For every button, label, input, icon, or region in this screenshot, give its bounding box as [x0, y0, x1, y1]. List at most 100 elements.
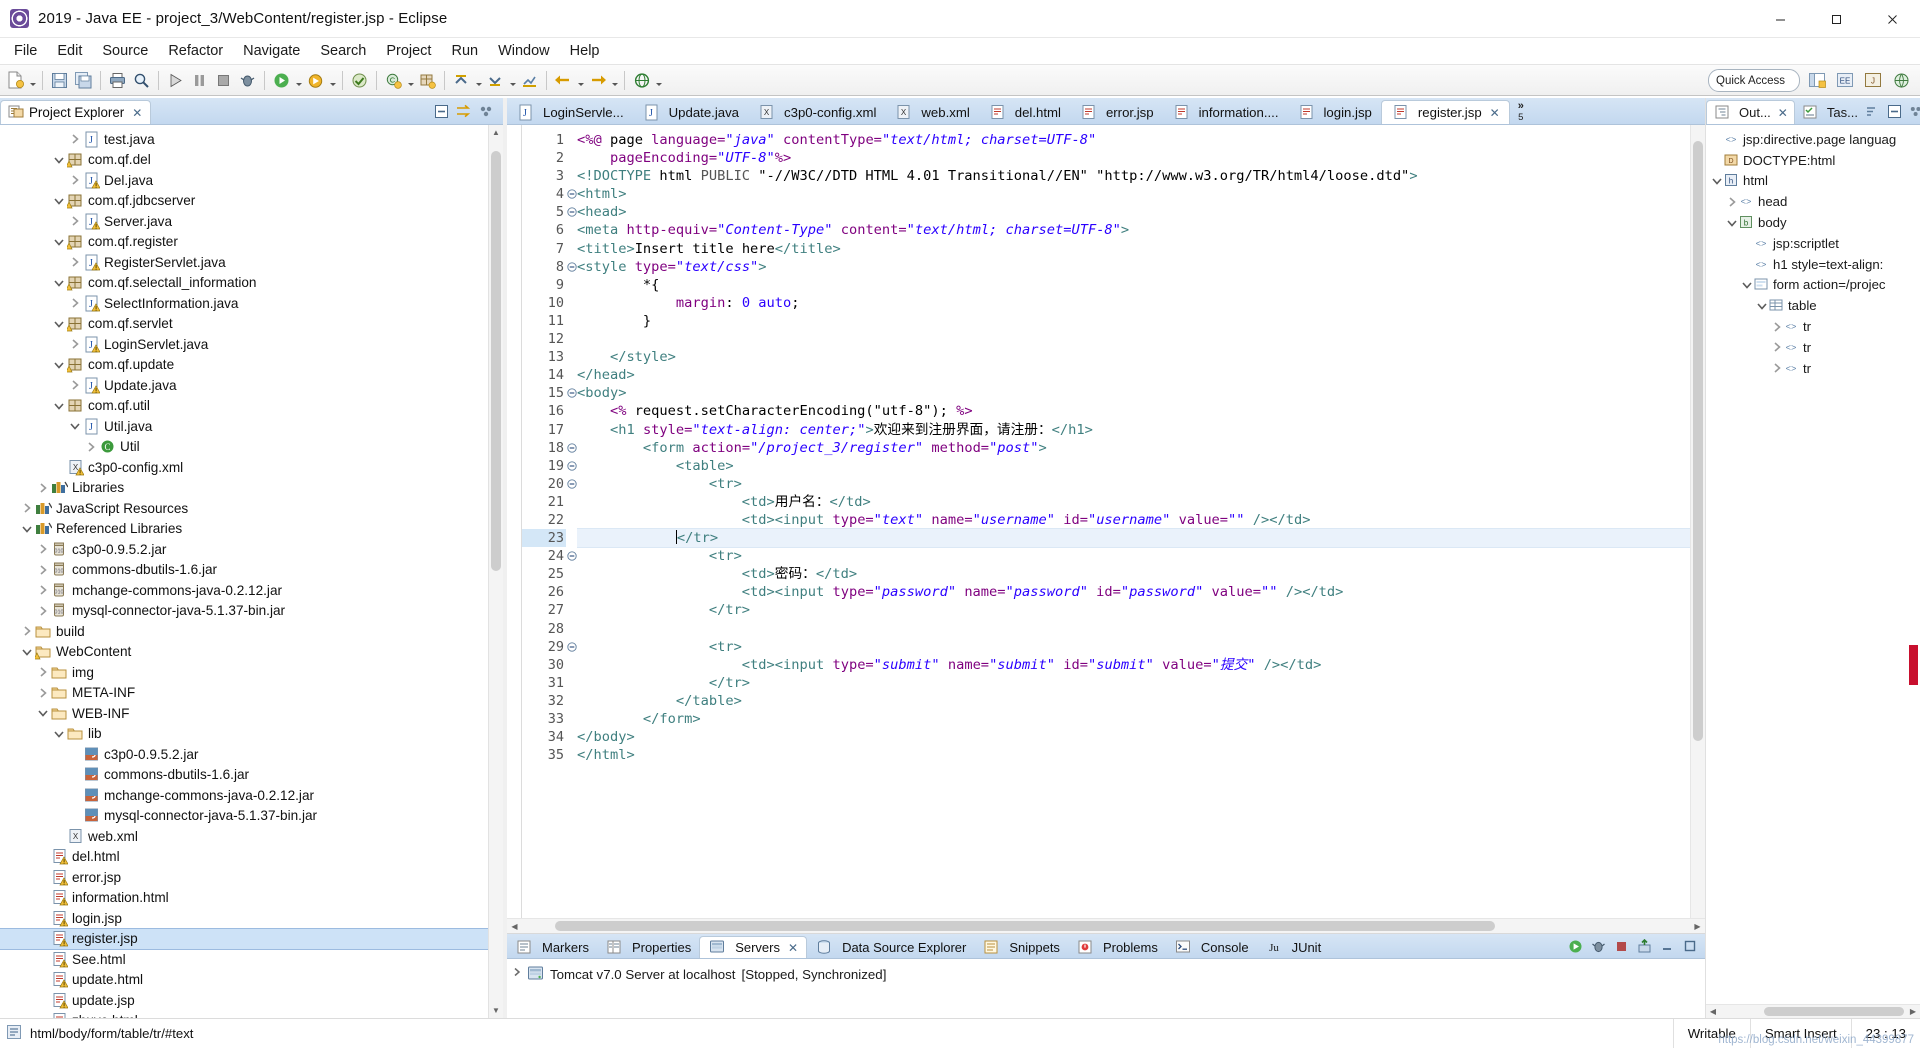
tree-row[interactable]: Xweb.xml	[0, 826, 503, 847]
code-line[interactable]: </tr>	[577, 674, 1705, 692]
tree-row[interactable]: zhuye.html	[0, 1011, 503, 1018]
collapse-all-icon[interactable]	[1886, 102, 1904, 120]
outline-row[interactable]: form action=/projec	[1706, 275, 1920, 296]
bottom-tab-snippets[interactable]: Snippets	[974, 936, 1068, 958]
editor-horizontal-scrollbar[interactable]: ◀ ▶	[507, 918, 1705, 933]
editor-tab-information-[interactable]: information....	[1163, 100, 1288, 124]
outline-row[interactable]: D DOCTYPE:html	[1706, 150, 1920, 171]
new-icon[interactable]	[4, 68, 27, 92]
publish-icon[interactable]	[1635, 937, 1653, 955]
chevron-right-icon[interactable]	[84, 441, 98, 453]
chevron-right-icon[interactable]	[36, 584, 50, 596]
code-line[interactable]: </html>	[577, 746, 1705, 764]
close-icon[interactable]: ✕	[1490, 106, 1500, 120]
chevron-right-icon[interactable]	[36, 482, 50, 494]
chevron-down-icon[interactable]	[36, 707, 50, 719]
forward-icon[interactable]	[586, 68, 609, 92]
scroll-down-icon[interactable]: ▼	[489, 1003, 503, 1018]
outline-horizontal-scrollbar[interactable]: ◀ ▶	[1706, 1004, 1920, 1018]
bottom-tab-problems[interactable]: Problems	[1068, 936, 1166, 958]
code-line[interactable]: <td><input type="password" name="passwor…	[577, 583, 1705, 601]
tree-row[interactable]: WEB-INF	[0, 703, 503, 724]
servers-list[interactable]: Tomcat v7.0 Server at localhost [Stopped…	[507, 959, 1705, 1018]
tree-row[interactable]: update.jsp	[0, 990, 503, 1011]
outline-row[interactable]: table	[1706, 295, 1920, 316]
chevron-right-icon[interactable]	[68, 256, 82, 268]
search-icon[interactable]	[130, 68, 153, 92]
code-line[interactable]: <!DOCTYPE html PUBLIC "-//W3C//DTD HTML …	[577, 167, 1705, 185]
menu-item-run[interactable]: Run	[441, 40, 488, 62]
validate-icon[interactable]	[348, 68, 371, 92]
code-line[interactable]: *{	[577, 276, 1705, 294]
forward-dropdown-icon[interactable]	[610, 68, 619, 92]
tree-row[interactable]: com.qf.selectall_information	[0, 273, 503, 294]
editor-tab-update-java[interactable]: J Update.java	[633, 100, 748, 124]
chevron-down-icon[interactable]	[52, 359, 66, 371]
tree-row[interactable]: login.jsp	[0, 908, 503, 929]
tree-row[interactable]: WebContent	[0, 642, 503, 663]
tree-row[interactable]: com.qf.update	[0, 355, 503, 376]
project-tree[interactable]: ▲ ▼ Jtest.java com.qf.del J Del.java com.qf.…	[0, 125, 503, 1018]
code-viewport[interactable]: <%@ page language="java" contentType="te…	[577, 125, 1705, 918]
outline-row[interactable]: <> jsp:scriptlet	[1706, 233, 1920, 254]
chevron-right-icon[interactable]	[1770, 321, 1783, 333]
code-line[interactable]: <td>密码：</td>	[577, 565, 1705, 583]
editor-vertical-scrollbar[interactable]	[1690, 125, 1705, 918]
view-menu-icon[interactable]	[1908, 102, 1920, 120]
menu-item-source[interactable]: Source	[92, 40, 158, 62]
more-tabs-chevron-icon[interactable]: » 5	[1510, 98, 1532, 124]
bottom-tab-junit[interactable]: Ju JUnit	[1257, 936, 1330, 958]
menu-item-project[interactable]: Project	[376, 40, 441, 62]
editor-tab-web-xml[interactable]: Xweb.xml	[885, 100, 978, 124]
tree-row[interactable]: J LoginServlet.java	[0, 334, 503, 355]
browser-dropdown-icon[interactable]	[654, 68, 663, 92]
project-tree-scrollbar[interactable]: ▲ ▼	[488, 125, 503, 1018]
chevron-down-icon[interactable]	[52, 400, 66, 412]
scroll-thumb[interactable]	[1764, 1007, 1904, 1016]
tree-row[interactable]: JavaScript Resources	[0, 498, 503, 519]
save-icon[interactable]	[48, 68, 71, 92]
chevron-down-icon[interactable]	[1740, 279, 1753, 291]
print-icon[interactable]	[106, 68, 129, 92]
code-line[interactable]: <tr>	[577, 638, 1705, 656]
tree-row[interactable]: J SelectInformation.java	[0, 293, 503, 314]
save-all-icon[interactable]	[72, 68, 95, 92]
tree-row[interactable]: Libraries	[0, 478, 503, 499]
chevron-right-icon[interactable]	[68, 215, 82, 227]
new-dropdown-icon[interactable]	[28, 68, 37, 92]
scroll-thumb[interactable]	[491, 151, 501, 571]
close-icon[interactable]: ✕	[1778, 106, 1788, 120]
code-line[interactable]: <h1 style="text-align: center;">欢迎来到注册界面…	[577, 421, 1705, 439]
next-annotation-icon[interactable]	[484, 68, 507, 92]
tree-row[interactable]: J Util.java	[0, 416, 503, 437]
code-line[interactable]: </table>	[577, 692, 1705, 710]
run-external-icon[interactable]	[304, 68, 327, 92]
tree-row[interactable]: register.jsp	[0, 927, 503, 950]
stop-server-icon[interactable]	[1612, 937, 1630, 955]
menu-item-refactor[interactable]: Refactor	[158, 40, 233, 62]
tree-row[interactable]: J Server.java	[0, 211, 503, 232]
tree-row[interactable]: META-INF	[0, 683, 503, 704]
outline-row[interactable]: <> head	[1706, 191, 1920, 212]
outline-tab-0[interactable]: Out... ✕	[1706, 100, 1795, 124]
web-browser-icon[interactable]	[630, 68, 653, 92]
outline-tab-1[interactable]: Tas...	[1795, 100, 1864, 124]
chevron-down-icon[interactable]	[52, 277, 66, 289]
code-line[interactable]: pageEncoding="UTF-8"%>	[577, 149, 1705, 167]
scroll-left-icon[interactable]: ◀	[507, 919, 522, 933]
expand-server-icon[interactable]	[507, 965, 527, 977]
run-as-icon[interactable]	[164, 68, 187, 92]
chevron-right-icon[interactable]	[68, 133, 82, 145]
tab-project-explorer[interactable]: Project Explorer ✕	[0, 100, 152, 124]
code-line[interactable]: <body>	[577, 384, 1705, 402]
editor-tab-register-jsp[interactable]: register.jsp ✕	[1380, 100, 1510, 124]
external-dropdown-icon[interactable]	[328, 68, 337, 92]
tree-row[interactable]: 010 commons-dbutils-1.6.jar	[0, 560, 503, 581]
editor-tab-loginservle-[interactable]: J LoginServle...	[507, 100, 633, 124]
close-button[interactable]	[1864, 0, 1920, 38]
view-menu-icon[interactable]	[478, 102, 496, 120]
chevron-down-icon[interactable]	[52, 236, 66, 248]
fold-collapse-icon[interactable]	[566, 475, 577, 493]
chevron-down-icon[interactable]	[1710, 175, 1723, 187]
tree-row[interactable]: Xc3p0-config.xml	[0, 457, 503, 478]
